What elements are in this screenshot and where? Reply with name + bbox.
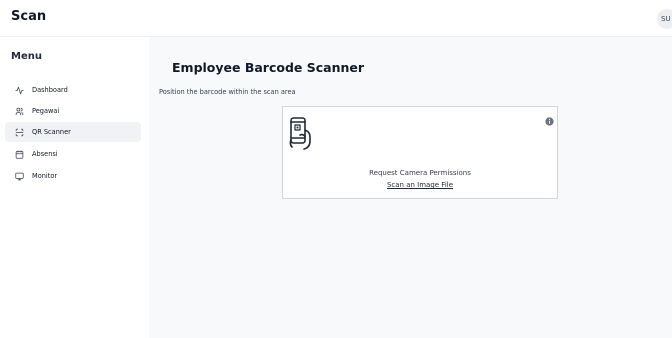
scan-image-file-link[interactable]: Scan an Image File [283,181,557,189]
user-avatar[interactable]: SU [657,9,672,29]
sidebar: Menu Dashboard Pegawai QR Scanner Absens… [0,37,149,338]
sidebar-item-label: Absensi [32,150,58,158]
sidebar-item-monitor[interactable]: Monitor [5,166,141,186]
sidebar-item-label: Dashboard [32,86,68,94]
page-title: Employee Barcode Scanner [172,60,365,75]
info-icon[interactable] [545,111,554,126]
sidebar-item-dashboard[interactable]: Dashboard [5,80,141,100]
sidebar-item-pegawai[interactable]: Pegawai [5,101,141,121]
sidebar-item-label: Pegawai [32,107,60,115]
sidebar-item-label: QR Scanner [32,128,71,136]
scan-icon [10,122,28,142]
monitor-icon [10,166,28,186]
users-icon [10,101,28,121]
scanner-area: Request Camera Permissions Scan an Image… [282,106,558,199]
main-content: Employee Barcode Scanner Position the ba… [149,37,672,338]
sidebar-item-absensi[interactable]: Absensi [5,144,141,164]
top-bar: Scan SU [0,0,672,37]
app-title: Scan [11,9,47,24]
menu-title: Menu [11,51,42,62]
sidebar-item-qr-scanner[interactable]: QR Scanner [5,122,141,142]
request-camera-permissions[interactable]: Request Camera Permissions [283,169,557,177]
sidebar-item-label: Monitor [32,172,58,180]
activity-icon [10,80,28,100]
phone-scan-icon [288,115,312,152]
calendar-icon [10,144,28,164]
page-subtitle: Position the barcode within the scan are… [159,88,296,96]
